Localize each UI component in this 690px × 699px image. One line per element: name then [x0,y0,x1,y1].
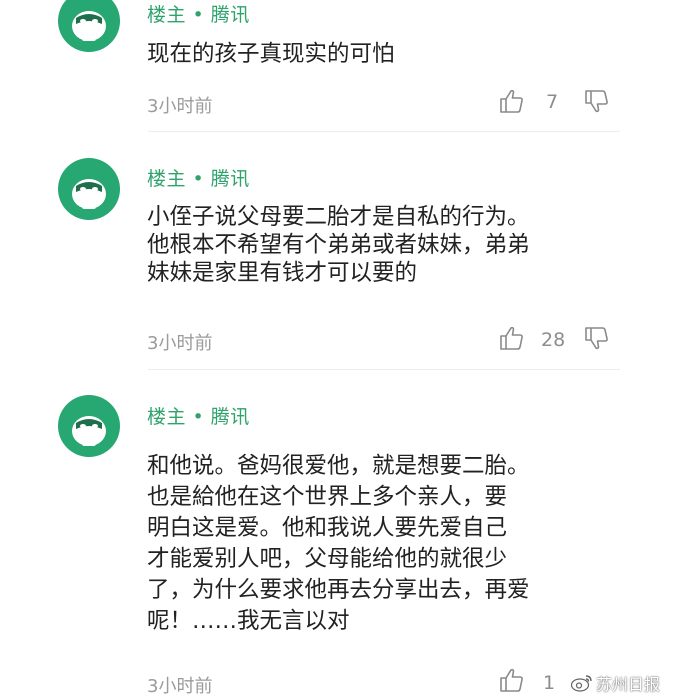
divider [148,369,620,370]
comment-text: 现在的孩子真现实的可怕 [147,40,617,68]
comment-feed: 楼主 • 腾讯 现在的孩子真现实的可怕 3小时前 7 楼主 • 腾讯 小侄子说父… [0,0,690,699]
comment-time: 3小时前 [147,96,213,117]
like-count: 28 [541,329,566,351]
comment-author[interactable]: 楼主 • 腾讯 [147,402,250,429]
comment-text-line: 妹妹是家里有钱才可以要的 [147,260,418,286]
thumbs-down-icon[interactable] [582,87,610,115]
comment-text-line: 呢！……我无言以对 [147,608,350,634]
avatar[interactable] [58,0,120,52]
comment-text: 小侄子说父母要二胎才是自私的行为。 他根本不希望有个弟弟或者妹妹，弟弟 妹妹是家… [147,203,617,287]
comment-text: 和他说。爸妈很爱他，就是想要二胎。 也是給他在这个世界上多个亲人，要 明白这是爱… [147,451,617,637]
comment-time: 3小时前 [147,676,213,697]
comment-time: 3小时前 [147,333,213,354]
avatar[interactable] [58,395,120,457]
divider [148,131,620,132]
comment-text-line: 了，为什么要求他再去分享出去，再爱 [147,577,530,603]
comment-text-line: 和他说。爸妈很爱他，就是想要二胎。 [147,453,530,479]
weibo-icon [570,675,592,692]
comment-author[interactable]: 楼主 • 腾讯 [147,0,250,27]
thumbs-up-icon[interactable] [497,324,525,352]
comment-text-line: 小侄子说父母要二胎才是自私的行为。 [147,204,530,230]
thumbs-up-icon[interactable] [497,87,525,115]
like-count: 7 [546,91,559,113]
watermark: 苏州日报 [570,671,660,695]
comment-text-line: 也是給他在这个世界上多个亲人，要 [147,484,508,510]
avatar[interactable] [58,158,120,220]
comment-author[interactable]: 楼主 • 腾讯 [147,164,250,191]
like-count: 1 [543,672,556,694]
comment-text-line: 他根本不希望有个弟弟或者妹妹，弟弟 [147,232,530,258]
comment-text-line: 才能爱别人吧，父母能给他的就很少 [147,546,508,572]
thumbs-up-icon[interactable] [497,666,525,694]
comment-text-line: 明白这是爱。他和我说人要先爱自己 [147,515,508,541]
thumbs-down-icon[interactable] [582,324,610,352]
watermark-text: 苏州日报 [596,675,661,694]
comment-text-line: 现在的孩子真现实的可怕 [147,41,395,67]
